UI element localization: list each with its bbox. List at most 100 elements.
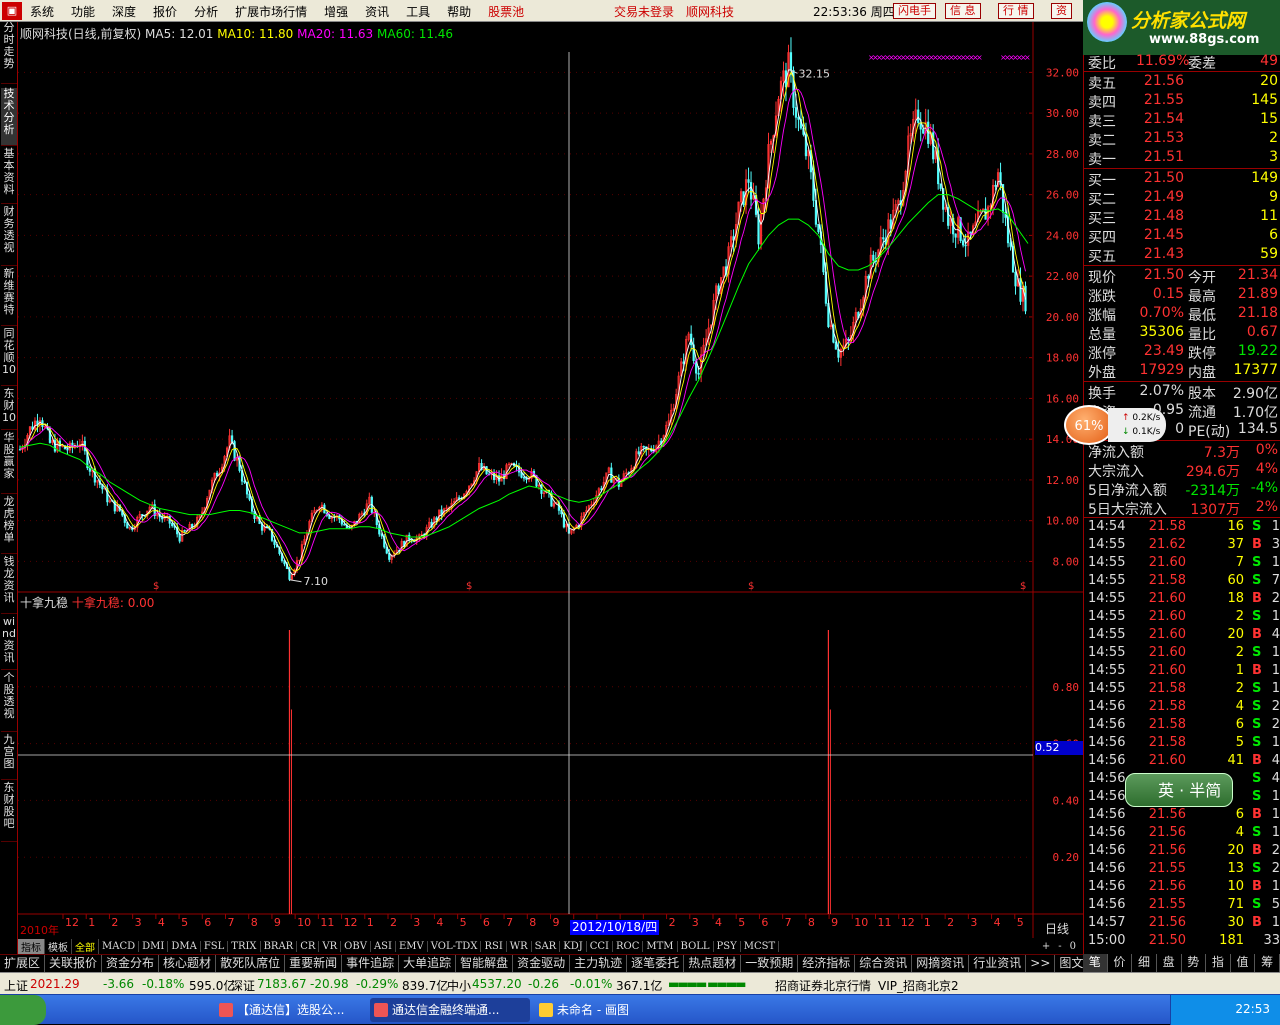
indicator-control-1[interactable]: - xyxy=(1054,941,1065,952)
indicator-tab-6[interactable]: FSL xyxy=(201,940,229,952)
left-tab-9[interactable]: 钱龙资讯 xyxy=(1,556,17,614)
chart-area[interactable]: 8.00 10.00 12.00 14.00 16.00 18.00 20.00 22.00 2… xyxy=(18,22,1083,952)
menu-ext-market[interactable]: 扩展市场行情 xyxy=(235,3,307,20)
left-tab-7[interactable]: 华股赢家 xyxy=(1,432,17,494)
right-tab-6[interactable]: 值 xyxy=(1231,954,1256,972)
start-button[interactable] xyxy=(0,995,46,1025)
right-tab-4[interactable]: 势 xyxy=(1182,954,1207,972)
indicator-tab-16[interactable]: WR xyxy=(507,940,532,952)
left-tab-0[interactable]: 分时走势 xyxy=(1,22,17,84)
left-tab-4[interactable]: 新维赛特 xyxy=(1,268,17,326)
left-tab-8[interactable]: 龙虎榜单 xyxy=(1,496,17,554)
bottom-tab-14[interactable]: 经济指标 xyxy=(798,955,856,972)
indicator-tab-4[interactable]: DMI xyxy=(139,940,169,952)
bottom-tab-15[interactable]: 综合资讯 xyxy=(855,955,913,972)
indicator-tab-0[interactable]: 指标 xyxy=(18,938,45,954)
bottom-tab-12[interactable]: 热点题材 xyxy=(684,955,742,972)
left-tab-11[interactable]: 个股透视 xyxy=(1,672,17,732)
bottom-tab-6[interactable]: 事件追踪 xyxy=(342,955,400,972)
indicator-tab-14[interactable]: VOL-TDX xyxy=(428,940,482,952)
indicator-tab-9[interactable]: CR xyxy=(297,940,320,952)
indicator-tab-20[interactable]: ROC xyxy=(613,940,644,952)
indicator-tab-21[interactable]: MTM xyxy=(643,940,678,952)
period-label[interactable]: 日线 xyxy=(1045,920,1069,937)
trade-status[interactable]: 交易未登录 xyxy=(614,3,674,20)
left-tab-6[interactable]: 东财10 xyxy=(1,388,17,430)
right-tab-1[interactable]: 价 xyxy=(1108,954,1133,972)
menu-tools[interactable]: 工具 xyxy=(406,3,430,20)
indicator-tab-13[interactable]: EMV xyxy=(396,940,428,952)
right-tab-2[interactable]: 细 xyxy=(1132,954,1157,972)
bottom-tab-4[interactable]: 散死队席位 xyxy=(216,955,286,972)
indicator-tab-11[interactable]: OBV xyxy=(341,940,371,952)
tick-count: 1 xyxy=(1271,915,1280,930)
menu-stock-pool[interactable]: 股票池 xyxy=(488,3,524,20)
menu-system[interactable]: 系统 xyxy=(30,3,54,20)
menu-quote[interactable]: 报价 xyxy=(153,3,177,20)
indicator-tab-17[interactable]: SAR xyxy=(532,940,561,952)
task-paint[interactable]: 未命名 - 画图 xyxy=(535,998,685,1022)
bottom-tab-1[interactable]: 关联报价 xyxy=(45,955,103,972)
indicator-tab-3[interactable]: MACD xyxy=(99,940,140,952)
indicator-tab-5[interactable]: DMA xyxy=(168,940,201,952)
right-tab-0[interactable]: 笔 xyxy=(1083,954,1108,972)
low-price-mark: 7.10 xyxy=(303,575,328,588)
indicator-tab-7[interactable]: TRIX xyxy=(228,940,261,952)
indicator-tab-24[interactable]: MCST xyxy=(741,940,780,952)
bottom-tab-16[interactable]: 网摘资讯 xyxy=(912,955,970,972)
broker-name[interactable]: 招商证券北京行情 xyxy=(775,977,871,994)
indicator-tab-10[interactable]: VR xyxy=(319,940,342,952)
left-tab-2[interactable]: 基本资料 xyxy=(1,148,17,204)
indicator-tab-23[interactable]: PSY xyxy=(714,940,741,952)
stat-value: 35306 xyxy=(1139,324,1184,340)
ime-toolbar[interactable]: 英 · 半简 xyxy=(1125,773,1233,807)
bottom-tab-3[interactable]: 核心题材 xyxy=(159,955,217,972)
bottom-tab-7[interactable]: 大单追踪 xyxy=(399,955,457,972)
right-tab-7[interactable]: 筹 xyxy=(1255,954,1280,972)
left-tab-12[interactable]: 九宫图 xyxy=(1,734,17,780)
flash-trade-button[interactable]: 闪电手 xyxy=(893,3,936,19)
bottom-tab-13[interactable]: 一致预期 xyxy=(741,955,799,972)
menu-info[interactable]: 资讯 xyxy=(365,3,389,20)
task-tdx-terminal[interactable]: 通达信金融终端通... xyxy=(370,998,530,1022)
menu-help[interactable]: 帮助 xyxy=(447,3,471,20)
indicator-tab-18[interactable]: KDJ xyxy=(560,940,587,952)
left-tab-1[interactable]: 技术分析 xyxy=(1,88,17,146)
indicator-tab-15[interactable]: RSI xyxy=(481,940,507,952)
bottom-tab-0[interactable]: 扩展区 xyxy=(0,955,46,972)
info-button[interactable]: 信 息 xyxy=(945,3,981,19)
menu-enhance[interactable]: 增强 xyxy=(324,3,348,20)
bottom-tab-11[interactable]: 逐笔委托 xyxy=(627,955,685,972)
menu-analysis[interactable]: 分析 xyxy=(194,3,218,20)
kline-chart-svg[interactable]: 8.0010.0012.0014.0016.0018.0020.0022.002… xyxy=(18,22,1083,952)
menu-function[interactable]: 功能 xyxy=(71,3,95,20)
x-tick-label: 12 xyxy=(901,916,915,929)
indicator-tab-19[interactable]: CCI xyxy=(587,940,613,952)
left-tab-3[interactable]: 财务透视 xyxy=(1,206,17,266)
bottom-tab-2[interactable]: 资金分布 xyxy=(102,955,160,972)
bottom-tab-8[interactable]: 智能解盘 xyxy=(456,955,514,972)
menu-depth[interactable]: 深度 xyxy=(112,3,136,20)
news-button[interactable]: 资 xyxy=(1051,3,1072,19)
bottom-tab-10[interactable]: 主力轨迹 xyxy=(570,955,628,972)
left-tab-10[interactable]: wind资讯 xyxy=(1,616,17,670)
bottom-tab-5[interactable]: 重要新闻 xyxy=(285,955,343,972)
bottom-tab-9[interactable]: 资金驱动 xyxy=(513,955,571,972)
task-tdx-picker[interactable]: 【通达信】选股公... xyxy=(215,998,363,1022)
indicator-tab-12[interactable]: ASI xyxy=(371,940,396,952)
left-tab-13[interactable]: 东财股吧 xyxy=(1,782,17,842)
right-tab-3[interactable]: 盘 xyxy=(1157,954,1182,972)
right-tab-5[interactable]: 指 xyxy=(1206,954,1231,972)
indicator-tab-2[interactable]: 全部 xyxy=(72,938,99,954)
indicator-tab-22[interactable]: BOLL xyxy=(678,940,714,952)
bottom-tab-18[interactable]: >> xyxy=(1026,955,1056,972)
indicator-control-2[interactable]: 0 xyxy=(1066,941,1080,952)
indicator-tab-1[interactable]: 模板 xyxy=(45,938,72,954)
indicator-control-0[interactable]: + xyxy=(1038,941,1054,952)
market-button[interactable]: 行 情 xyxy=(998,3,1034,19)
indicator-tab-8[interactable]: BRAR xyxy=(261,940,298,952)
vip-server[interactable]: VIP_招商北京2 xyxy=(878,977,959,994)
bottom-tab-17[interactable]: 行业资讯 xyxy=(969,955,1027,972)
left-tab-5[interactable]: 同花顺10 xyxy=(1,328,17,386)
cpu-meter-bubble[interactable]: 61% xyxy=(1064,405,1114,445)
